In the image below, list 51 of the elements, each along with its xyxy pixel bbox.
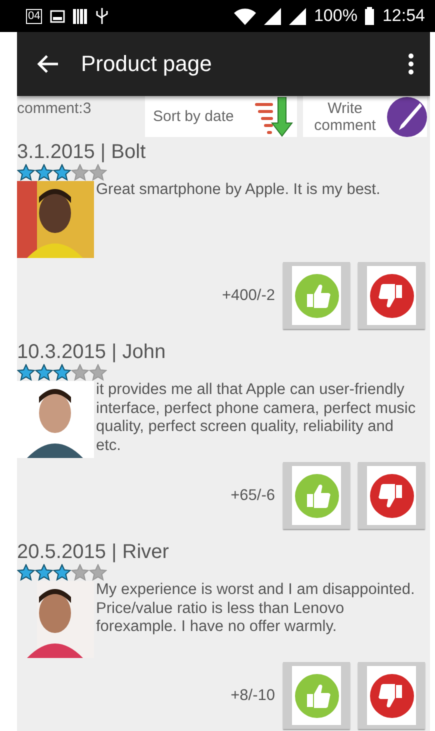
- star-icon: [17, 164, 35, 181]
- signal-icon: [288, 8, 306, 24]
- clock: 12:54: [382, 6, 425, 26]
- dislike-button[interactable]: [358, 462, 425, 529]
- vote-count: +400/-2: [222, 286, 275, 304]
- thumbs-up-icon: [294, 672, 340, 718]
- star-icon: [17, 364, 35, 381]
- thumbs-down-icon: [368, 672, 414, 718]
- sort-by-date-button[interactable]: Sort by date: [145, 96, 297, 137]
- more-menu-icon[interactable]: [408, 53, 414, 75]
- vote-count: +8/-10: [230, 686, 275, 704]
- thumbs-down-icon: [368, 472, 414, 518]
- star-icon: [53, 164, 71, 181]
- dislike-button[interactable]: [358, 662, 425, 729]
- thumbs-up-icon: [294, 272, 340, 318]
- sort-descending-icon: [253, 96, 293, 136]
- star-icon: [89, 364, 107, 381]
- barcode-icon: [73, 8, 88, 24]
- wifi-icon: [234, 8, 256, 24]
- star-icon: [35, 564, 53, 581]
- star-icon: [71, 564, 89, 581]
- thumbs-up-icon: [294, 472, 340, 518]
- vote-count: +65/-6: [230, 486, 275, 504]
- battery-icon: [365, 7, 374, 25]
- signal-icon: [264, 8, 281, 24]
- star-icon: [35, 164, 53, 181]
- write-comment-button[interactable]: Write comment: [303, 96, 427, 137]
- star-icon: [89, 564, 107, 581]
- star-icon: [35, 364, 53, 381]
- calendar-icon: 04: [26, 8, 42, 24]
- app-bar-title: Product page: [81, 51, 213, 77]
- star-icon: [71, 364, 89, 381]
- comment-count: comment:3: [17, 100, 92, 117]
- comment-heading: 10.3.2015 | John: [17, 341, 167, 364]
- comment-text: My experience is worst and I am disappointed. Price/value ratio is less than Lenovo forexample. I have no offer warmly.: [96, 581, 416, 637]
- star-icon: [71, 164, 89, 181]
- back-arrow-icon[interactable]: [37, 54, 59, 74]
- comment-text: it provides me all that Apple can user-friendly interface, perfect phone camera, perfect music quality, perfect screen quality, reliability and etc.: [96, 381, 417, 456]
- star-icon: [89, 164, 107, 181]
- dislike-button[interactable]: [358, 262, 425, 329]
- thumbs-down-icon: [368, 272, 414, 318]
- star-icon: [17, 564, 35, 581]
- star-icon: [53, 364, 71, 381]
- usb-icon: [95, 7, 110, 25]
- comment-text: Great smartphone by Apple. It is my best.: [96, 181, 382, 200]
- comment-heading: 20.5.2015 | River: [17, 541, 170, 564]
- quill-icon: [387, 96, 427, 136]
- battery-percentage: 100%: [314, 6, 358, 26]
- comment-heading: 3.1.2015 | Bolt: [17, 141, 147, 164]
- image-icon: [50, 10, 66, 22]
- star-icon: [53, 564, 71, 581]
